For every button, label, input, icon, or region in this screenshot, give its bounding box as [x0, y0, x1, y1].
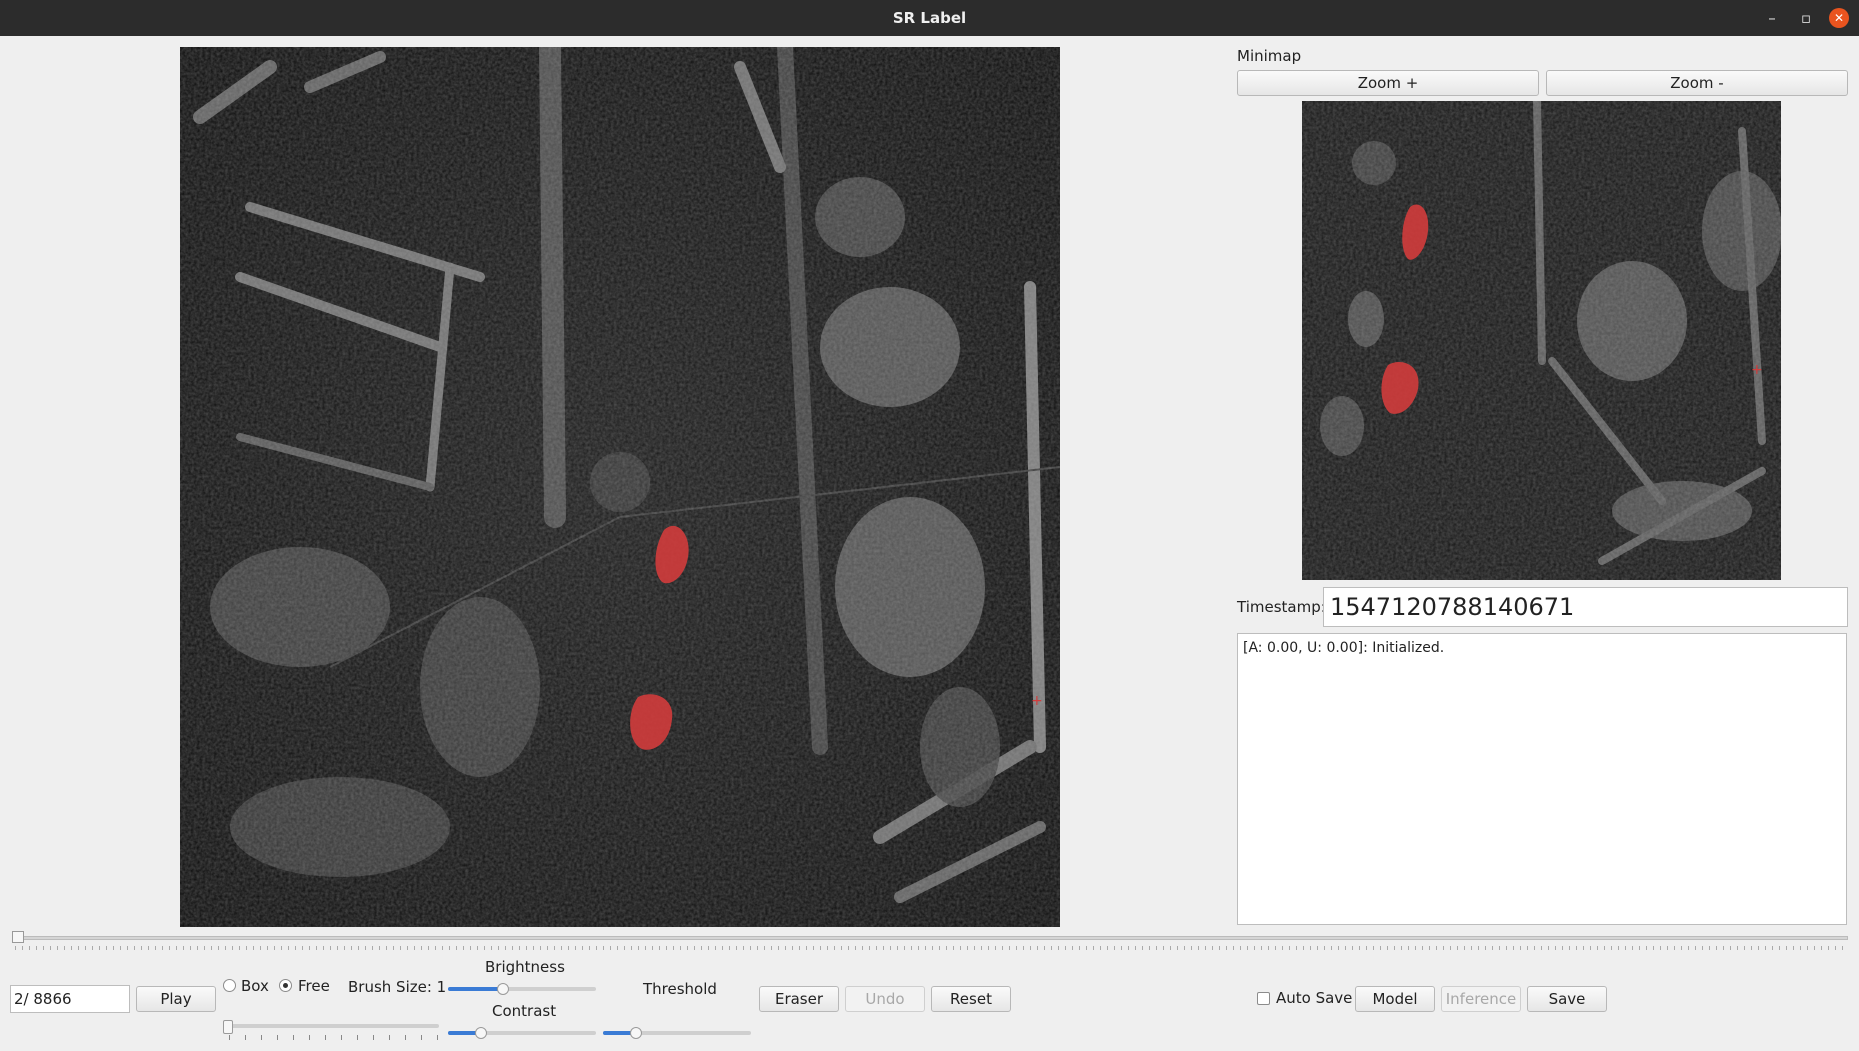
free-mode-radio[interactable] — [279, 979, 292, 992]
frame-slider-handle[interactable] — [12, 931, 24, 943]
frame-slider-ticks — [15, 946, 1848, 950]
brush-size-label: Brush Size: 1 — [348, 978, 447, 996]
close-icon[interactable]: ✕ — [1829, 8, 1849, 28]
brightness-slider-handle[interactable] — [497, 983, 509, 995]
log-text: [A: 0.00, U: 0.00]: Initialized. — [1243, 640, 1445, 656]
inference-button[interactable]: Inference — [1441, 986, 1521, 1012]
maximize-icon[interactable]: ▫ — [1794, 0, 1818, 36]
eraser-button[interactable]: Eraser — [759, 986, 839, 1012]
auto-save-checkbox[interactable] — [1257, 992, 1270, 1005]
model-button[interactable]: Model — [1355, 986, 1435, 1012]
minimap-canvas[interactable]: + — [1302, 101, 1781, 580]
threshold-slider-handle[interactable] — [630, 1027, 642, 1039]
brush-size-ticks — [229, 1035, 439, 1040]
log-output[interactable]: [A: 0.00, U: 0.00]: Initialized. — [1237, 633, 1847, 925]
svg-text:+: + — [1751, 362, 1763, 378]
minimize-icon[interactable]: – — [1760, 0, 1784, 36]
brightness-slider-fill — [448, 987, 503, 991]
minimap-label: Minimap — [1237, 47, 1302, 65]
brush-size-slider-track[interactable] — [229, 1024, 439, 1028]
zoom-out-button[interactable]: Zoom - — [1546, 70, 1848, 96]
box-mode-radio[interactable] — [223, 979, 236, 992]
timestamp-label: Timestamp: — [1237, 598, 1326, 616]
main-image-canvas[interactable]: + — [180, 47, 1060, 927]
window-title: SR Label — [892, 9, 967, 27]
undo-button[interactable]: Undo — [845, 986, 925, 1012]
timestamp-field[interactable]: 1547120788140671 — [1323, 587, 1848, 627]
free-mode-label: Free — [298, 977, 330, 995]
contrast-label: Contrast — [492, 1002, 557, 1020]
threshold-label: Threshold — [643, 980, 717, 998]
play-button[interactable]: Play — [136, 986, 216, 1012]
brush-size-slider-handle[interactable] — [223, 1020, 233, 1034]
contrast-slider-handle[interactable] — [475, 1027, 487, 1039]
brightness-label: Brightness — [485, 958, 565, 976]
zoom-in-button[interactable]: Zoom + — [1237, 70, 1539, 96]
frame-input[interactable]: 2/ 8866 — [10, 985, 130, 1013]
auto-save-label: Auto Save — [1276, 989, 1353, 1007]
save-button[interactable]: Save — [1527, 986, 1607, 1012]
svg-text:+: + — [1031, 693, 1043, 709]
reset-button[interactable]: Reset — [931, 986, 1011, 1012]
title-bar: SR Label — [0, 0, 1859, 36]
box-mode-label: Box — [241, 977, 269, 995]
frame-slider-track[interactable] — [15, 936, 1848, 940]
